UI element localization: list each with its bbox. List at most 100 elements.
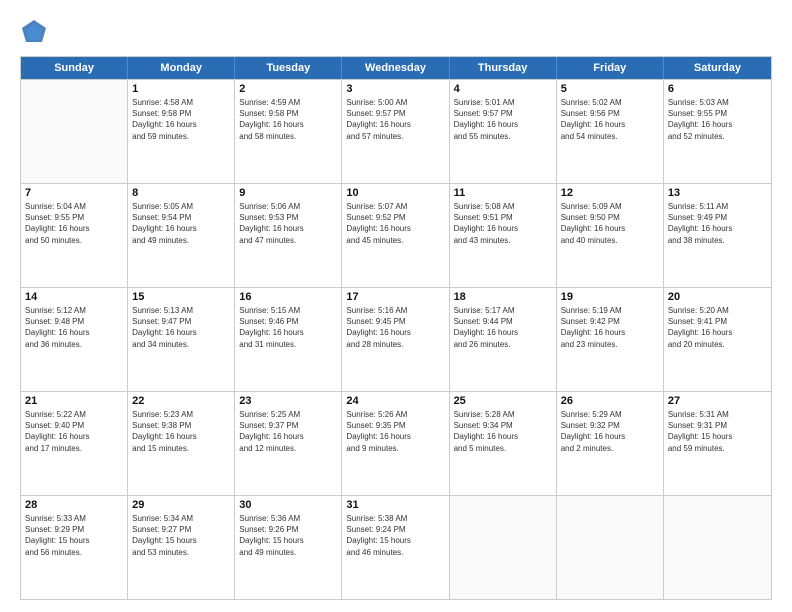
day-info-line: and 26 minutes.	[454, 339, 552, 350]
day-info-line: Sunset: 9:58 PM	[239, 108, 337, 119]
day-cell-2: 2Sunrise: 4:59 AMSunset: 9:58 PMDaylight…	[235, 80, 342, 183]
day-cell-18: 18Sunrise: 5:17 AMSunset: 9:44 PMDayligh…	[450, 288, 557, 391]
page: SundayMondayTuesdayWednesdayThursdayFrid…	[0, 0, 792, 612]
day-info-line: Sunset: 9:58 PM	[132, 108, 230, 119]
day-number: 6	[668, 83, 767, 95]
calendar: SundayMondayTuesdayWednesdayThursdayFrid…	[20, 56, 772, 600]
day-info-line: Sunset: 9:52 PM	[346, 212, 444, 223]
day-info-line: and 50 minutes.	[25, 235, 123, 246]
day-info-line: Sunset: 9:50 PM	[561, 212, 659, 223]
day-number: 31	[346, 499, 444, 511]
day-info-line: Sunrise: 5:20 AM	[668, 305, 767, 316]
day-info-line: Sunset: 9:24 PM	[346, 524, 444, 535]
day-info-line: Sunset: 9:29 PM	[25, 524, 123, 535]
day-cell-10: 10 Sunrise: 5:07 AMSunset: 9:52 PMDayligh…	[342, 184, 449, 287]
day-info-line: Sunset: 9:34 PM	[454, 420, 552, 431]
day-cell-1: 1Sunrise: 4:58 AMSunset: 9:58 PMDaylight…	[128, 80, 235, 183]
day-cell-23: 23Sunrise: 5:25 AMSunset: 9:37 PMDayligh…	[235, 392, 342, 495]
day-info-line: Daylight: 16 hours	[239, 431, 337, 442]
day-info-line: Daylight: 16 hours	[668, 223, 767, 234]
day-cell-29: 29Sunrise: 5:34 AMSunset: 9:27 PMDayligh…	[128, 496, 235, 599]
header-day-saturday: Saturday	[664, 57, 771, 79]
week-row-4: 28Sunrise: 5:33 AMSunset: 9:29 PMDayligh…	[21, 495, 771, 599]
day-number: 14	[25, 291, 123, 303]
day-info-line: Sunrise: 5:17 AM	[454, 305, 552, 316]
day-info-line: Sunset: 9:44 PM	[454, 316, 552, 327]
empty-cell-4-4	[450, 496, 557, 599]
day-info-line: Sunset: 9:32 PM	[561, 420, 659, 431]
day-info-line: Daylight: 16 hours	[132, 119, 230, 130]
day-number: 10	[346, 187, 444, 199]
day-info-line: Sunset: 9:54 PM	[132, 212, 230, 223]
day-info-line: Daylight: 16 hours	[346, 119, 444, 130]
day-info-line: Daylight: 15 hours	[668, 431, 767, 442]
day-info-line: Sunrise: 5:28 AM	[454, 409, 552, 420]
week-row-3: 21Sunrise: 5:22 AMSunset: 9:40 PMDayligh…	[21, 391, 771, 495]
day-info-line: and 9 minutes.	[346, 443, 444, 454]
day-info-line: Daylight: 16 hours	[561, 327, 659, 338]
day-number: 24	[346, 395, 444, 407]
day-info-line: Daylight: 15 hours	[239, 535, 337, 546]
day-info-line: Daylight: 16 hours	[454, 431, 552, 442]
day-info-line: Sunrise: 5:11 AM	[668, 201, 767, 212]
day-info-line: Sunrise: 5:31 AM	[668, 409, 767, 420]
day-info-line: Sunset: 9:57 PM	[346, 108, 444, 119]
day-cell-19: 19Sunrise: 5:19 AMSunset: 9:42 PMDayligh…	[557, 288, 664, 391]
day-number: 17	[346, 291, 444, 303]
day-info-line: Daylight: 16 hours	[346, 431, 444, 442]
empty-cell-4-5	[557, 496, 664, 599]
day-info-line: Daylight: 16 hours	[346, 327, 444, 338]
header-day-tuesday: Tuesday	[235, 57, 342, 79]
day-info-line: Sunrise: 5:12 AM	[25, 305, 123, 316]
day-info-line: and 49 minutes.	[132, 235, 230, 246]
day-number: 23	[239, 395, 337, 407]
day-info-line: and 58 minutes.	[239, 131, 337, 142]
day-info-line: Sunset: 9:45 PM	[346, 316, 444, 327]
day-info-line: Sunset: 9:57 PM	[454, 108, 552, 119]
day-info-line: Sunrise: 5:29 AM	[561, 409, 659, 420]
day-info-line: Sunrise: 5:19 AM	[561, 305, 659, 316]
day-info-line: and 23 minutes.	[561, 339, 659, 350]
day-info-line: and 15 minutes.	[132, 443, 230, 454]
day-info-line: Sunset: 9:26 PM	[239, 524, 337, 535]
header-day-wednesday: Wednesday	[342, 57, 449, 79]
day-info-line: and 38 minutes.	[668, 235, 767, 246]
day-info-line: Sunrise: 5:26 AM	[346, 409, 444, 420]
day-info-line: Sunrise: 5:05 AM	[132, 201, 230, 212]
day-cell-8: 8Sunrise: 5:05 AMSunset: 9:54 PMDaylight…	[128, 184, 235, 287]
day-cell-24: 24Sunrise: 5:26 AMSunset: 9:35 PMDayligh…	[342, 392, 449, 495]
day-cell-17: 17 Sunrise: 5:16 AMSunset: 9:45 PMDayligh…	[342, 288, 449, 391]
header-day-sunday: Sunday	[21, 57, 128, 79]
day-info-line: Sunrise: 5:33 AM	[25, 513, 123, 524]
day-info-line: Sunset: 9:55 PM	[668, 108, 767, 119]
day-cell-28: 28Sunrise: 5:33 AMSunset: 9:29 PMDayligh…	[21, 496, 128, 599]
day-number: 30	[239, 499, 337, 511]
day-number: 20	[668, 291, 767, 303]
day-info-line: Sunset: 9:56 PM	[561, 108, 659, 119]
day-number: 26	[561, 395, 659, 407]
day-info-line: and 54 minutes.	[561, 131, 659, 142]
day-info-line: Daylight: 16 hours	[346, 223, 444, 234]
day-info-line: Sunset: 9:37 PM	[239, 420, 337, 431]
day-info-line: and 43 minutes.	[454, 235, 552, 246]
day-info-line: Sunrise: 5:16 AM	[346, 305, 444, 316]
day-info-line: and 56 minutes.	[25, 547, 123, 558]
day-number: 4	[454, 83, 552, 95]
day-info-line: Daylight: 16 hours	[239, 223, 337, 234]
day-info-line: Daylight: 16 hours	[454, 327, 552, 338]
day-info-line: Daylight: 16 hours	[454, 223, 552, 234]
day-info-line: Sunrise: 5:08 AM	[454, 201, 552, 212]
logo-icon	[20, 18, 48, 46]
day-number: 21	[25, 395, 123, 407]
week-row-2: 14Sunrise: 5:12 AMSunset: 9:48 PMDayligh…	[21, 287, 771, 391]
day-info-line: Sunset: 9:40 PM	[25, 420, 123, 431]
day-info-line: Sunset: 9:38 PM	[132, 420, 230, 431]
day-info-line: and 46 minutes.	[346, 547, 444, 558]
day-info-line: Sunrise: 5:07 AM	[346, 201, 444, 212]
day-cell-3: 3Sunrise: 5:00 AMSunset: 9:57 PMDaylight…	[342, 80, 449, 183]
day-cell-15: 15Sunrise: 5:13 AMSunset: 9:47 PMDayligh…	[128, 288, 235, 391]
day-number: 29	[132, 499, 230, 511]
day-cell-11: 11Sunrise: 5:08 AMSunset: 9:51 PMDayligh…	[450, 184, 557, 287]
day-number: 3	[346, 83, 444, 95]
day-info-line: Sunset: 9:31 PM	[668, 420, 767, 431]
